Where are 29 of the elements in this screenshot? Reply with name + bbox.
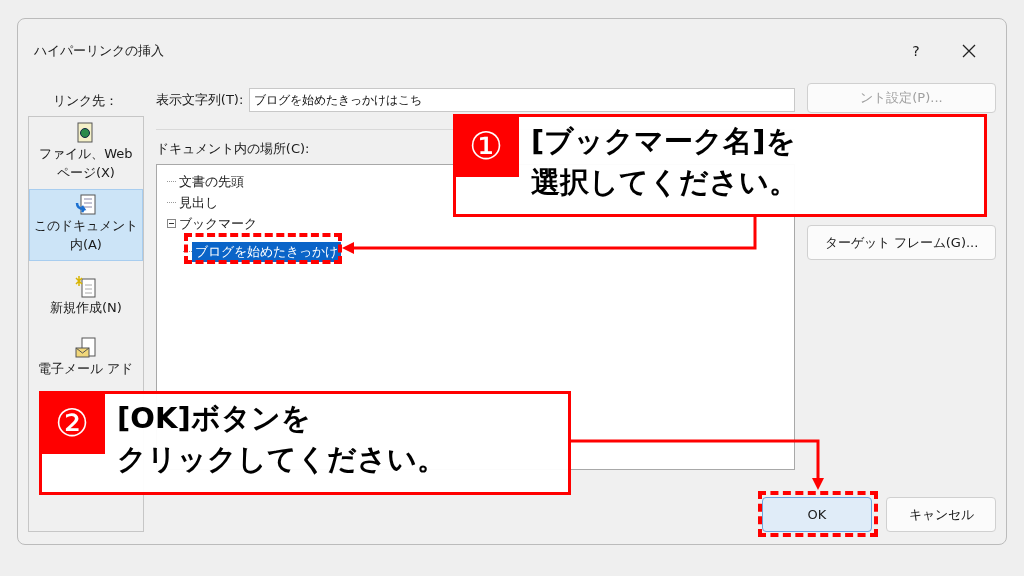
display-text-field[interactable]: ブログを始めたきっかけはこち (249, 88, 795, 112)
help-button[interactable]: ? (904, 43, 928, 59)
step-number: ② (39, 391, 105, 454)
globe-page-icon (75, 122, 96, 144)
close-icon[interactable] (962, 44, 976, 58)
link-to-label: リンク先： (52, 92, 120, 110)
new-document-icon (74, 276, 97, 298)
target-frame-button[interactable]: ターゲット フレーム(G)... (807, 225, 996, 260)
collapse-icon[interactable] (166, 219, 176, 228)
link-type-item[interactable]: 電子メール アド (29, 332, 143, 385)
ok-button[interactable]: OK (762, 497, 872, 532)
window-title: ハイパーリンクの挿入 (34, 42, 165, 60)
tree-item[interactable]: 文書の先頭 (175, 171, 247, 192)
document-arrow-icon (74, 194, 97, 216)
mail-document-icon (74, 337, 97, 359)
callout-text: [OK]ボタンを (117, 400, 311, 437)
callout-text: [ブックマーク名]を (531, 123, 796, 160)
callout-text: 選択してください。 (531, 164, 798, 201)
link-type-item[interactable]: ファイル、Web ページ(X) (29, 117, 143, 189)
tree-item[interactable]: 見出し (175, 192, 221, 213)
tree-item[interactable]: ブックマーク (175, 213, 260, 234)
link-type-item[interactable]: 新規作成(N) (29, 271, 143, 324)
display-text-label: 表示文字列(T): (155, 91, 244, 109)
place-in-document-label: ドキュメント内の場所(C): (155, 140, 310, 158)
tree-item[interactable]: ブログを始めたきっかけ (191, 242, 341, 262)
link-type-item[interactable]: このドキュメント 内(A) (29, 189, 143, 261)
step-number: ① (453, 114, 519, 177)
callout-text: クリックしてください。 (117, 441, 446, 478)
cancel-button[interactable]: キャンセル (886, 497, 996, 532)
